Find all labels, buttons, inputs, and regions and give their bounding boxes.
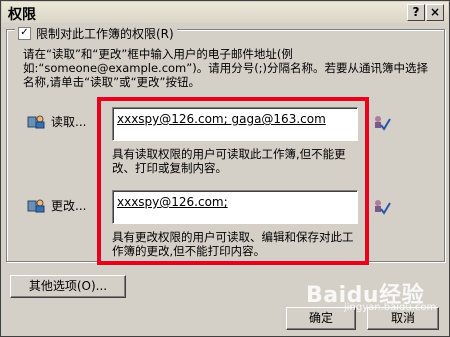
- address-book-icon: [27, 115, 45, 129]
- restrict-checkbox[interactable]: ✓: [18, 27, 31, 40]
- highlight-annotation: [97, 97, 369, 265]
- change-button[interactable]: 更改...: [51, 197, 86, 214]
- title-bar: 权限 ? ×: [2, 2, 448, 23]
- instructions-text: 请在“读取”和“更改”框中输入用户的电子邮件地址(例如:“someone@exa…: [23, 47, 429, 89]
- help-button[interactable]: ?: [407, 4, 425, 21]
- check-names-icon[interactable]: [373, 114, 391, 132]
- read-button[interactable]: 读取...: [51, 113, 86, 130]
- window-title: 权限: [8, 7, 36, 23]
- watermark-url: jingyan.baidu.com: [344, 302, 437, 313]
- close-button[interactable]: ×: [426, 4, 444, 21]
- permission-dialog: 权限 ? × ✓ 限制对此工作簿的权限(R) 请在“读取”和“更改”框中输入用户…: [0, 0, 450, 337]
- restrict-label: 限制对此工作簿的权限(R): [36, 27, 174, 41]
- check-names-icon[interactable]: [373, 198, 391, 216]
- more-options-button[interactable]: 其他选项(O)...: [10, 275, 126, 298]
- address-book-icon: [27, 199, 45, 213]
- restrict-checkbox-row[interactable]: ✓ 限制对此工作簿的权限(R): [15, 25, 177, 42]
